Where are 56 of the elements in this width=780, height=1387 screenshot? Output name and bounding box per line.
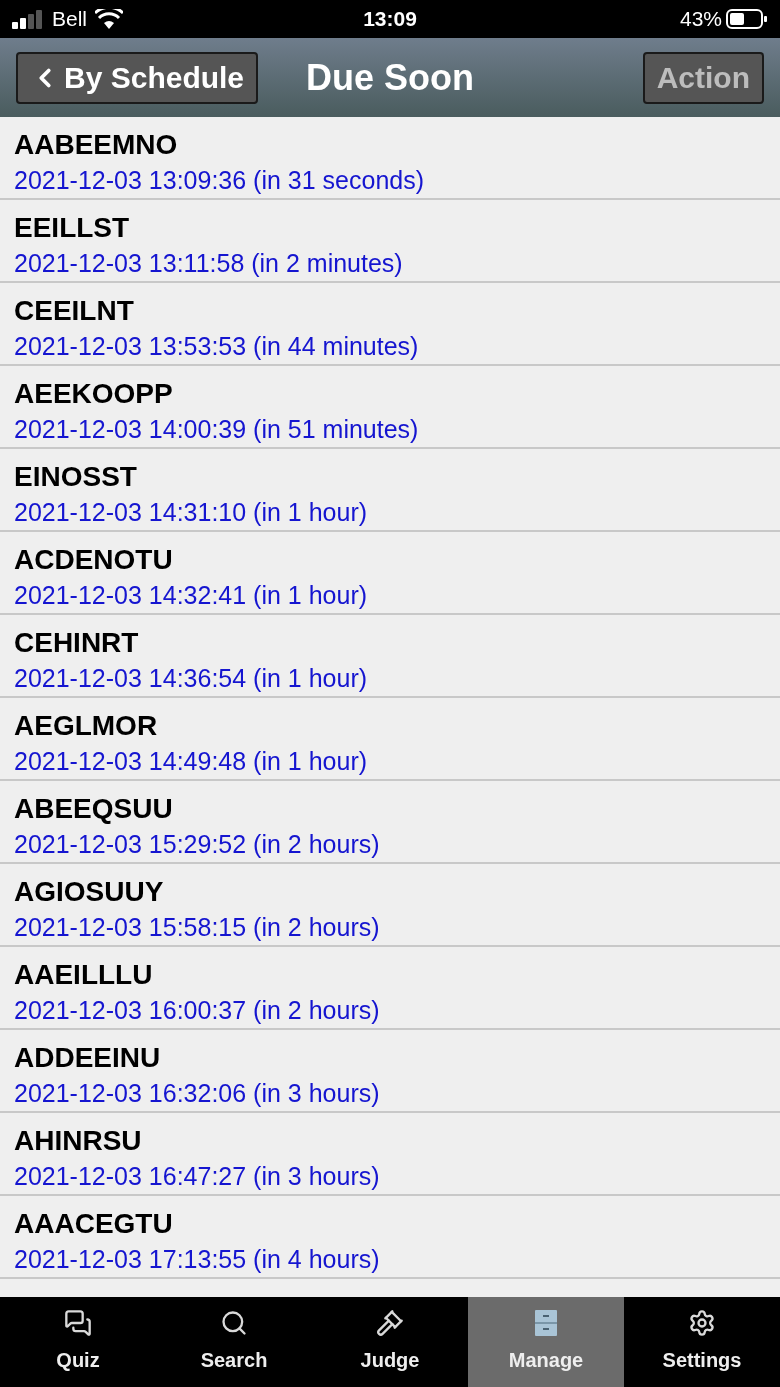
due-time: 2021-12-03 13:09:36 (in 31 seconds) — [14, 165, 425, 196]
due-time: 2021-12-03 14:00:39 (in 51 minutes) — [14, 414, 420, 445]
list-row[interactable]: CEEILNT 2021-12-03 13:53:53 (in 44 minutes) — [0, 283, 780, 366]
word-title: AHINRSU — [14, 1124, 143, 1158]
list-row[interactable]: ADDEEINU 2021-12-03 16:32:06 (in 3 hours) — [0, 1030, 780, 1113]
battery-percent: 43% — [679, 6, 722, 33]
list-row[interactable]: AHINRSU 2021-12-03 16:47:27 (in 3 hours) — [0, 1113, 780, 1196]
due-time: 2021-12-03 14:31:10 (in 1 hour) — [14, 497, 369, 528]
signal-icon — [12, 9, 44, 29]
due-time: 2021-12-03 16:32:06 (in 3 hours) — [14, 1078, 381, 1109]
due-time: 2021-12-03 15:58:15 (in 2 hours) — [14, 912, 381, 943]
word-title: AGIOSUUY — [14, 875, 165, 909]
word-title: ADDEEINU — [14, 1041, 162, 1075]
tab-bar-item[interactable]: Manage — [468, 1297, 624, 1387]
settings-icon — [688, 1309, 716, 1337]
word-title: ABEEQSUU — [14, 792, 174, 826]
wifi-icon — [95, 9, 124, 29]
due-time: 2021-12-03 14:32:41 (in 1 hour) — [14, 580, 369, 611]
word-title: EEILLST — [14, 211, 131, 245]
search-icon — [220, 1309, 248, 1337]
list-row[interactable]: AGIOSUUY 2021-12-03 15:58:15 (in 2 hours) — [0, 864, 780, 947]
list-row[interactable]: AAEILLLU 2021-12-03 16:00:37 (in 2 hours) — [0, 947, 780, 1030]
due-time: 2021-12-03 14:49:48 (in 1 hour) — [14, 746, 369, 777]
due-time: 2021-12-03 16:00:37 (in 2 hours) — [14, 995, 381, 1026]
list-row[interactable]: AEEKOOPP 2021-12-03 14:00:39 (in 51 minutes) — [0, 366, 780, 449]
due-time: 2021-12-03 13:11:58 (in 2 minutes) — [14, 248, 404, 279]
list-row[interactable]: AAACEGTU 2021-12-03 17:13:55 (in 4 hours) — [0, 1196, 780, 1279]
word-title: AAEILLLU — [14, 958, 154, 992]
back-button[interactable]: By Schedule — [16, 51, 259, 104]
screen-title: Due Soon — [306, 55, 474, 100]
word-title: EINOSST — [14, 460, 138, 494]
chat-bubbles-icon — [64, 1309, 92, 1337]
word-title: AABEEMNO — [14, 128, 179, 162]
word-title: ACDENOTU — [14, 543, 174, 577]
due-time: 2021-12-03 13:53:53 (in 44 minutes) — [14, 331, 420, 362]
list-row[interactable]: ABEEQSUU 2021-12-03 15:29:52 (in 2 hours) — [0, 781, 780, 864]
due-time: 2021-12-03 16:47:27 (in 3 hours) — [14, 1161, 381, 1192]
list-row[interactable]: EINOSST 2021-12-03 14:31:10 (in 1 hour) — [0, 449, 780, 532]
clock-time: 13:09 — [363, 6, 417, 33]
word-title: AAACEGTU — [14, 1207, 174, 1241]
word-title: AEGLMOR — [14, 709, 159, 743]
battery-icon — [726, 8, 768, 30]
due-time: 2021-12-03 15:29:52 (in 2 hours) — [14, 829, 381, 860]
word-title: AEEKOOPP — [14, 377, 174, 411]
list-row[interactable]: ACDENOTU 2021-12-03 14:32:41 (in 1 hour) — [0, 532, 780, 615]
word-title: CEHINRT — [14, 626, 140, 660]
list-row[interactable]: AEGLMOR 2021-12-03 14:49:48 (in 1 hour) — [0, 698, 780, 781]
word-title: CEEILNT — [14, 294, 135, 328]
due-time: 2021-12-03 17:13:55 (in 4 hours) — [14, 1244, 381, 1275]
cabinet-icon — [534, 1309, 558, 1337]
list-row[interactable]: CEHINRT 2021-12-03 14:36:54 (in 1 hour) — [0, 615, 780, 698]
gavel-icon — [376, 1309, 404, 1337]
due-time: 2021-12-03 14:36:54 (in 1 hour) — [14, 663, 369, 694]
list-row[interactable]: EEILLST 2021-12-03 13:11:58 (in 2 minutes) — [0, 200, 780, 283]
carrier-name: Bell — [52, 6, 88, 33]
list-row[interactable]: AABEEMNO 2021-12-03 13:09:36 (in 31 seconds) — [0, 117, 780, 200]
